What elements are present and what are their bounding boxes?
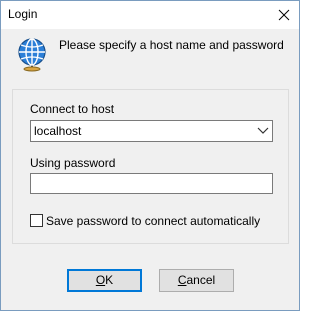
password-label: Using password [30, 156, 116, 170]
save-password-checkbox[interactable] [30, 214, 43, 227]
host-value: localhost [34, 124, 82, 138]
host-combobox[interactable]: localhost [30, 120, 273, 142]
ok-button[interactable]: OK [67, 269, 142, 292]
save-password-label[interactable]: Save password to connect automatically [46, 214, 260, 228]
ok-mnemonic: O [95, 273, 106, 287]
title-bar: Login [1, 1, 299, 29]
globe-icon [18, 38, 46, 72]
chevron-down-icon[interactable] [257, 127, 269, 135]
login-dialog: Login Please specify a host name and pas… [0, 0, 300, 311]
close-icon [278, 9, 290, 21]
close-button[interactable] [269, 1, 299, 29]
cancel-button[interactable]: Cancel [159, 269, 234, 292]
ok-label-rest: K [105, 273, 114, 287]
cancel-label-rest: ancel [186, 273, 216, 287]
host-label: Connect to host [30, 102, 115, 116]
password-input[interactable] [30, 173, 273, 194]
header-message: Please specify a host name and password [59, 38, 284, 52]
window-title: Login [8, 7, 38, 21]
